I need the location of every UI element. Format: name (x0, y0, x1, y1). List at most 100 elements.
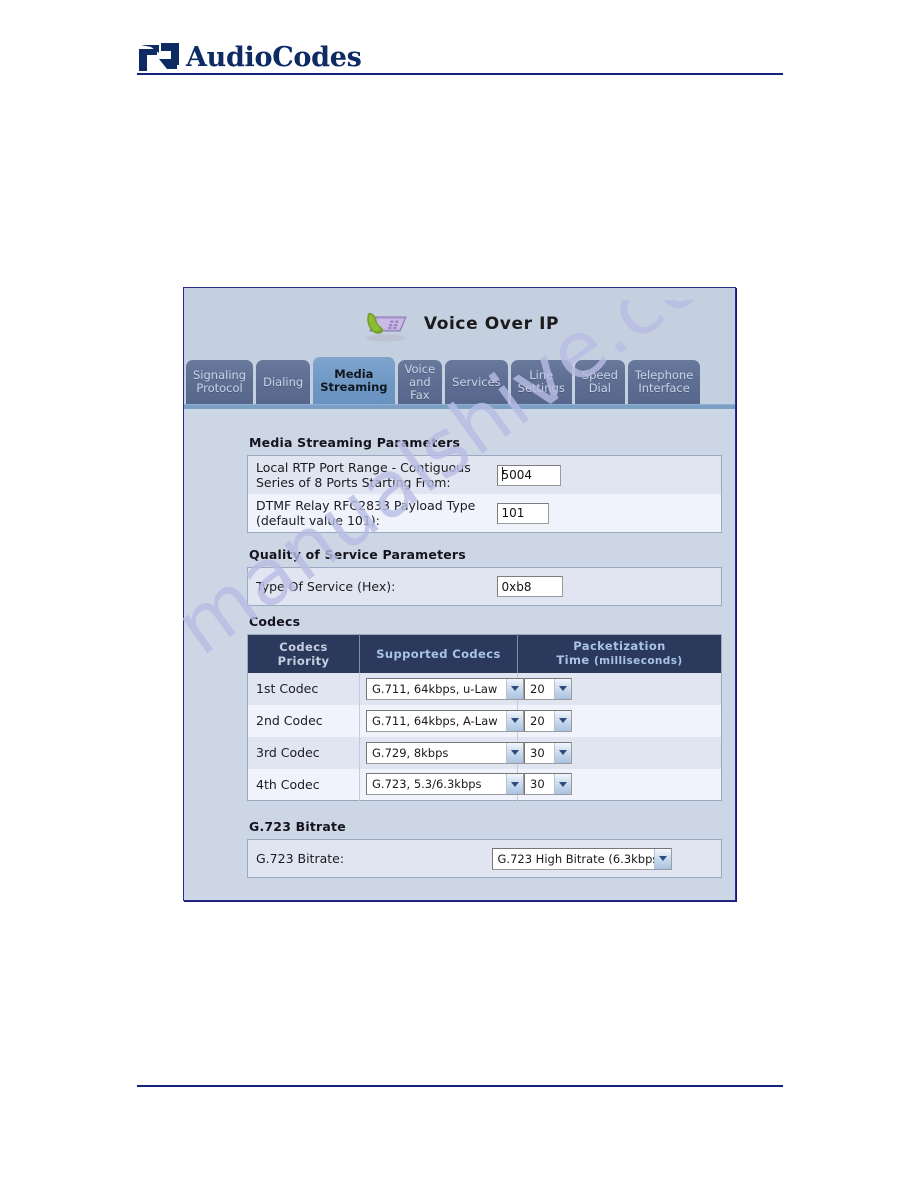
rtp-port-input-wrap (496, 464, 561, 486)
chevron-down-icon[interactable] (554, 774, 571, 795)
codec-priority-label: 2nd Codec (247, 704, 360, 737)
tab-services[interactable]: Services (445, 360, 508, 404)
tab-label: Dialing (263, 374, 304, 389)
g723-bitrate-label: G.723 Bitrate: (256, 851, 345, 866)
chevron-down-icon[interactable] (506, 710, 523, 731)
tab-label: Signaling Protocol (193, 368, 247, 395)
table-row: 4th Codec G.723, 5.3/6.3kbps 30 (247, 768, 722, 801)
chevron-down-icon[interactable] (506, 678, 523, 699)
type-of-service-cell (491, 568, 722, 606)
ptime-select-value: 30 (530, 777, 545, 792)
header-rule (137, 73, 783, 75)
codec-select-value: G.711, 64kbps, A-Law (372, 713, 498, 728)
table-row: 2nd Codec G.711, 64kbps, A-Law 20 (247, 704, 722, 737)
tab-speed-dial[interactable]: Speed Dial (574, 360, 625, 404)
tab-line-settings[interactable]: Line Settings (510, 360, 572, 404)
voip-config-panel: Voice Over IP Signaling Protocol Dialing… (183, 287, 736, 901)
chevron-down-icon[interactable] (506, 742, 523, 763)
type-of-service-input[interactable] (496, 576, 563, 598)
codec-select-cell: G.729, 8kbps (359, 736, 524, 769)
ptime-select-cell: 30 (518, 737, 722, 769)
ptime-select-cell: 20 (518, 705, 722, 737)
audiocodes-logo-icon (137, 41, 183, 73)
tab-label: Voice and Fax (404, 361, 436, 402)
table-row: Local RTP Port Range - Contiguous Series… (247, 455, 722, 495)
codec-priority-label: 4th Codec (247, 768, 360, 801)
codec-select-value: G.729, 8kbps (372, 745, 449, 760)
chevron-down-icon[interactable] (554, 678, 571, 699)
section-title-codecs: Codecs (249, 614, 301, 629)
ptime-select-value: 20 (530, 681, 545, 696)
tab-media-streaming[interactable]: Media Streaming (313, 357, 395, 404)
ptime-select-4[interactable]: 30 (524, 773, 572, 796)
codec-priority-label: 1st Codec (247, 672, 360, 705)
g723-bitrate-select[interactable]: G.723 High Bitrate (6.3kbps) (491, 847, 672, 870)
tab-label: Telephone Interface (634, 368, 694, 395)
chevron-down-icon[interactable] (653, 848, 671, 869)
codec-select-cell: G.711, 64kbps, u-Law (359, 672, 524, 705)
ptime-header-line1: Packetization (573, 639, 666, 654)
table-row: Type Of Service (Hex): (247, 567, 722, 606)
codec-priority-label: 3rd Codec (247, 736, 360, 769)
table-row: DTMF Relay RFC2833 Payload Type (default… (247, 494, 722, 533)
footer-rule (137, 1085, 783, 1087)
ptime-select-value: 30 (530, 745, 545, 760)
tab-voice-and-fax[interactable]: Voice and Fax (397, 360, 443, 404)
dtmf-payload-type-label: DTMF Relay RFC2833 Payload Type (default… (256, 498, 476, 528)
chevron-down-icon[interactable] (554, 710, 571, 731)
page-title: Voice Over IP (423, 314, 560, 334)
table-row: G.723 Bitrate: G.723 High Bitrate (6.3kb… (247, 839, 722, 878)
table-row: 1st Codec G.711, 64kbps, u-Law 20 (247, 672, 722, 705)
section-title-g723-bitrate: G.723 Bitrate (249, 819, 346, 834)
codec-select-4[interactable]: G.723, 5.3/6.3kbps (366, 773, 524, 796)
tab-signaling-protocol[interactable]: Signaling Protocol (186, 360, 254, 404)
brand-logo: AudioCodes (137, 33, 783, 73)
ptime-select-2[interactable]: 20 (524, 709, 572, 732)
table-row: 3rd Codec G.729, 8kbps 30 (247, 736, 722, 769)
tab-label: Media Streaming (320, 366, 388, 394)
codec-select-3[interactable]: G.729, 8kbps (366, 741, 524, 764)
column-header-supported-codecs: Supported Codecs (359, 634, 518, 673)
ptime-header-line2: Time (556, 653, 590, 668)
ptime-select-cell: 20 (518, 673, 722, 705)
tab-dialing[interactable]: Dialing (256, 360, 311, 404)
dtmf-payload-type-cell (491, 494, 722, 533)
rtp-port-range-cell (491, 456, 722, 495)
chevron-down-icon[interactable] (554, 742, 571, 763)
text-caret (501, 467, 503, 482)
tab-label: Line Settings (517, 368, 565, 395)
ptime-select-1[interactable]: 20 (524, 677, 572, 700)
g723-bitrate-value: G.723 High Bitrate (6.3kbps) (497, 851, 654, 866)
dtmf-payload-type-input[interactable] (496, 502, 549, 524)
qos-table: Type Of Service (Hex): (247, 567, 722, 606)
g723-bitrate-cell: G.723 High Bitrate (6.3kbps) (488, 840, 722, 878)
codec-select-2[interactable]: G.711, 64kbps, A-Law (366, 709, 524, 732)
tab-label: Services (452, 374, 501, 389)
rtp-port-range-label: Local RTP Port Range - Contiguous Series… (256, 460, 471, 490)
tab-bar: Signaling Protocol Dialing Media Streami… (184, 354, 735, 404)
column-header-codecs-priority: Codecs Priority (247, 634, 360, 673)
codec-select-value: G.723, 5.3/6.3kbps (372, 777, 482, 792)
section-title-media-streaming: Media Streaming Parameters (249, 435, 461, 450)
panel-content: Media Streaming Parameters Local RTP Por… (184, 409, 735, 900)
type-of-service-label: Type Of Service (Hex): (256, 579, 396, 594)
column-header-packetization-time: Packetization Time (milliseconds) (517, 634, 722, 673)
tab-label: Speed Dial (581, 368, 618, 395)
voip-phone-icon (360, 305, 412, 343)
brand-name: AudioCodes (186, 42, 362, 73)
codec-select-cell: G.711, 64kbps, A-Law (359, 704, 524, 737)
ptime-select-3[interactable]: 30 (524, 741, 572, 764)
codecs-table: Codecs Priority Supported Codecs Packeti… (247, 634, 722, 801)
codec-select-1[interactable]: G.711, 64kbps, u-Law (366, 677, 524, 700)
ptime-select-cell: 30 (518, 769, 722, 801)
tab-telephone-interface[interactable]: Telephone Interface (627, 360, 701, 404)
table-header-row: Codecs Priority Supported Codecs Packeti… (247, 634, 722, 673)
panel-title-bar: Voice Over IP (184, 288, 735, 354)
codec-select-value: G.711, 64kbps, u-Law (372, 681, 498, 696)
rtp-port-range-input[interactable] (496, 464, 561, 486)
chevron-down-icon[interactable] (506, 774, 523, 795)
g723-bitrate-table: G.723 Bitrate: G.723 High Bitrate (6.3kb… (247, 839, 722, 878)
ptime-select-value: 20 (530, 713, 545, 728)
ptime-header-unit: (milliseconds) (593, 655, 683, 668)
section-title-qos: Quality of Service Parameters (249, 547, 466, 562)
